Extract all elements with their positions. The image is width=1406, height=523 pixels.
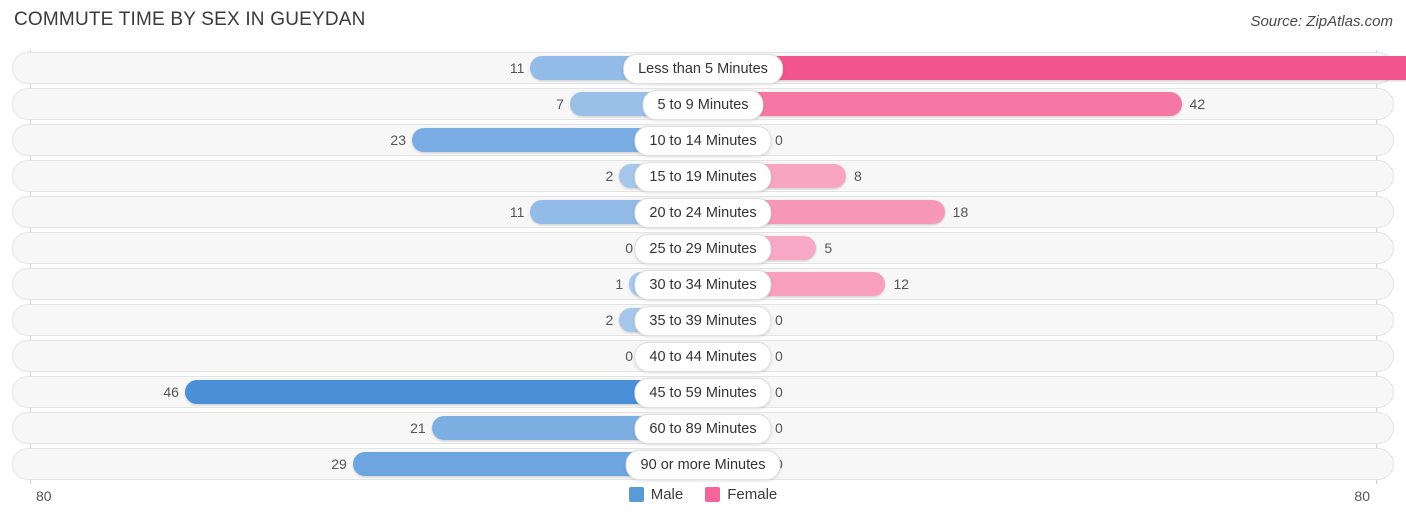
table-row: 46 0 45 to 59 Minutes <box>12 376 1394 408</box>
chart-legend: Male Female <box>0 486 1406 503</box>
bar-female[interactable] <box>703 56 1406 80</box>
value-label-male: 11 <box>509 204 525 220</box>
value-label-male: 1 <box>615 276 624 292</box>
category-label: 5 to 9 Minutes <box>642 90 764 120</box>
value-label-female: 0 <box>775 312 783 328</box>
source-attribution: Source: ZipAtlas.com <box>1250 13 1393 30</box>
category-label: 10 to 14 Minutes <box>634 126 772 156</box>
value-label-male: 21 <box>410 420 426 436</box>
value-label-female: 68 <box>1402 52 1406 84</box>
legend-swatch-icon <box>705 487 721 502</box>
category-label: 45 to 59 Minutes <box>634 378 772 408</box>
value-label-female: 0 <box>775 132 783 148</box>
value-label-male: 7 <box>556 96 564 112</box>
value-label-female: 12 <box>893 276 910 292</box>
table-row: 23 0 10 to 14 Minutes <box>12 124 1394 156</box>
value-label-male: 0 <box>625 348 633 364</box>
legend-item-female[interactable]: Female <box>705 486 777 503</box>
value-label-male: 2 <box>605 312 614 328</box>
plot-area: 11 68 Less than 5 Minutes 7 42 5 to 9 Minutes… <box>0 50 1406 484</box>
table-row: 0 5 25 to 29 Minutes <box>12 232 1394 264</box>
legend-swatch-icon <box>628 487 644 502</box>
value-label-male: 2 <box>605 168 614 184</box>
value-label-female: 0 <box>775 348 783 364</box>
value-label-female: 0 <box>775 384 783 400</box>
table-row: 11 18 20 to 24 Minutes <box>12 196 1394 228</box>
value-label-male: 11 <box>509 60 525 76</box>
value-label-female: 8 <box>853 168 862 184</box>
legend-label: Male <box>650 486 684 503</box>
value-label-female: 0 <box>775 420 783 436</box>
category-label: Less than 5 Minutes <box>623 54 783 84</box>
value-label-female: 18 <box>952 204 969 220</box>
table-row: 29090 or more Minutes <box>12 448 1394 480</box>
category-label: 30 to 34 Minutes <box>634 270 772 300</box>
chart-root: COMMUTE TIME BY SEX IN GUEYDAN Source: Z… <box>0 0 1406 523</box>
table-row: 11 68 Less than 5 Minutes <box>12 52 1406 84</box>
bar-male[interactable] <box>184 380 703 404</box>
value-label-female: 42 <box>1189 96 1206 112</box>
legend-item-male[interactable]: Male <box>628 486 684 503</box>
category-label: 35 to 39 Minutes <box>634 306 772 336</box>
page-title: COMMUTE TIME BY SEX IN GUEYDAN <box>14 9 366 30</box>
category-label: 90 or more Minutes <box>625 450 781 480</box>
category-label: 60 to 89 Minutes <box>634 414 772 444</box>
table-row: 7 42 5 to 9 Minutes <box>12 88 1394 120</box>
value-label-female: 5 <box>824 240 833 256</box>
legend-label: Female <box>727 486 778 503</box>
category-label: 15 to 19 Minutes <box>634 162 772 192</box>
category-label: 20 to 24 Minutes <box>634 198 772 228</box>
category-label: 25 to 29 Minutes <box>634 234 772 264</box>
table-row: 2 0 35 to 39 Minutes <box>12 304 1394 336</box>
value-label-male: 46 <box>163 384 179 400</box>
table-row: 2 8 15 to 19 Minutes <box>12 160 1394 192</box>
table-row: 0 0 40 to 44 Minutes <box>12 340 1394 372</box>
value-label-male: 0 <box>625 240 633 256</box>
value-label-male: 29 <box>331 456 347 472</box>
bar-female[interactable] <box>703 92 1182 116</box>
value-label-male: 23 <box>390 132 406 148</box>
category-label: 40 to 44 Minutes <box>634 342 772 372</box>
table-row: 21 0 60 to 89 Minutes <box>12 412 1394 444</box>
table-row: 1 12 30 to 34 Minutes <box>12 268 1394 300</box>
